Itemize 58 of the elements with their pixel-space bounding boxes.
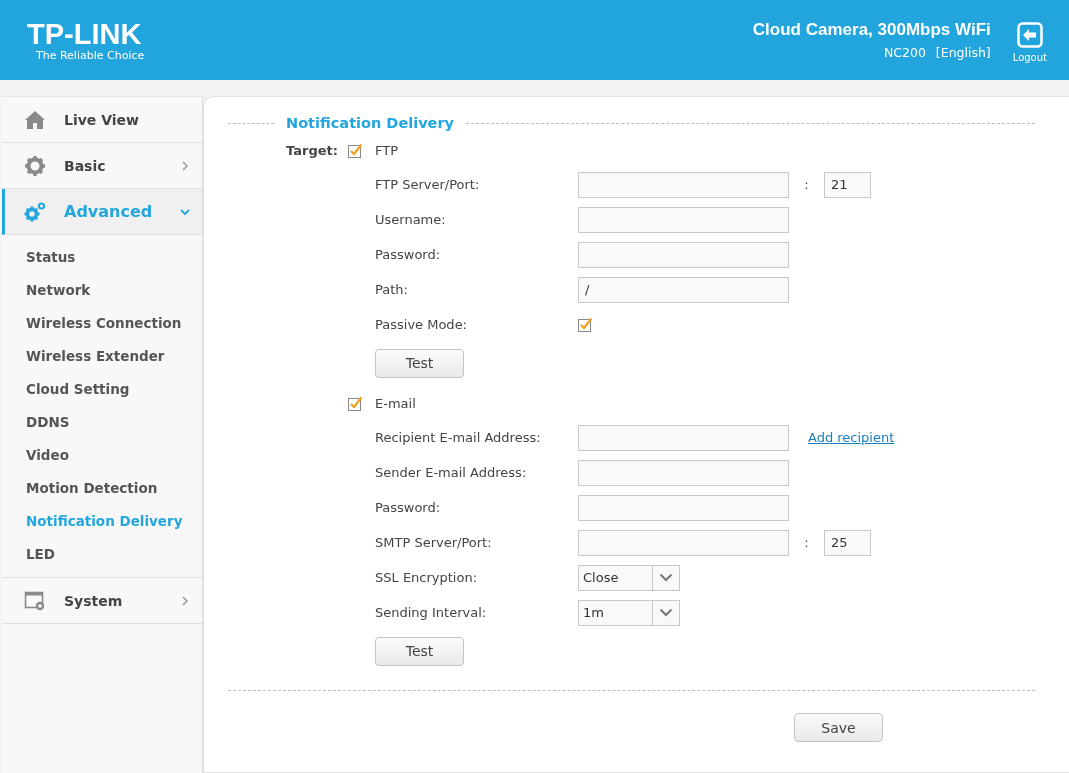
section-title: Notification Delivery — [286, 115, 455, 131]
field-label: Password: — [375, 500, 442, 515]
field-label: Sender E-mail Address: — [375, 465, 528, 480]
port-field[interactable]: 25 — [824, 529, 871, 556]
input-field[interactable] — [578, 171, 789, 198]
input-field[interactable] — [578, 206, 789, 233]
window-gear-icon — [24, 589, 46, 612]
test-button[interactable]: Test — [375, 636, 464, 666]
field-label: Sending Interval: — [375, 605, 488, 620]
submenu-item[interactable]: Cloud Setting — [2, 373, 202, 406]
sidebar-item[interactable]: System — [2, 578, 202, 624]
test-button[interactable]: Test — [375, 348, 464, 378]
field-label: Username: — [375, 212, 447, 227]
input-field[interactable] — [578, 494, 789, 521]
chevron-down-icon — [659, 608, 673, 617]
submenu-item[interactable]: Status — [2, 241, 202, 274]
input-field[interactable] — [578, 241, 789, 268]
add-recipient-link[interactable]: Add recipient — [808, 430, 895, 445]
checkbox-label: E-mail — [375, 395, 416, 411]
tagline: The Reliable Choice — [36, 48, 146, 62]
input-field[interactable] — [578, 424, 789, 451]
checkbox[interactable] — [578, 317, 593, 332]
sidebar-item[interactable]: Live View — [2, 97, 202, 143]
field-label: Recipient E-mail Address: — [375, 430, 542, 445]
checkbox[interactable] — [348, 395, 363, 411]
save-button[interactable]: Save — [794, 713, 883, 742]
submenu-item[interactable]: Wireless Extender — [2, 340, 202, 373]
gears-icon — [24, 200, 46, 223]
input-field[interactable] — [578, 529, 789, 556]
target-label: Target: — [286, 142, 339, 158]
submenu-item[interactable]: Wireless Connection — [2, 307, 202, 340]
gear-icon — [24, 154, 46, 177]
chevron-down-icon — [659, 573, 673, 582]
field-label: FTP Server/Port: — [375, 177, 481, 192]
product-title: Cloud Camera, 300Mbps WiFi — [752, 20, 991, 40]
field-label: SMTP Server/Port: — [375, 535, 493, 550]
checkbox[interactable] — [348, 142, 363, 158]
logo: TP-LINK — [27, 18, 143, 49]
input-field[interactable]: / — [578, 276, 789, 303]
separator: : — [803, 177, 810, 192]
submenu-item[interactable]: Video — [2, 439, 202, 472]
field-label: Path: — [375, 282, 409, 297]
logout-icon — [1016, 21, 1043, 48]
house-icon — [24, 108, 46, 131]
separator: : — [803, 535, 810, 550]
port-field[interactable]: 21 — [824, 171, 871, 198]
dropdown[interactable]: Close — [578, 564, 680, 591]
submenu-item[interactable]: Motion Detection — [2, 472, 202, 505]
dropdown[interactable]: 1m — [578, 599, 680, 626]
submenu-item[interactable]: LED — [2, 538, 202, 571]
input-field[interactable] — [578, 459, 789, 486]
field-label: Password: — [375, 247, 442, 262]
field-label: SSL Encryption: — [375, 570, 479, 585]
field-label: Passive Mode: — [375, 317, 468, 332]
model-name: NC200 — [883, 45, 926, 60]
submenu-item[interactable]: DDNS — [2, 406, 202, 439]
submenu-item[interactable]: Network — [2, 274, 202, 307]
checkbox-label: FTP — [375, 142, 399, 158]
